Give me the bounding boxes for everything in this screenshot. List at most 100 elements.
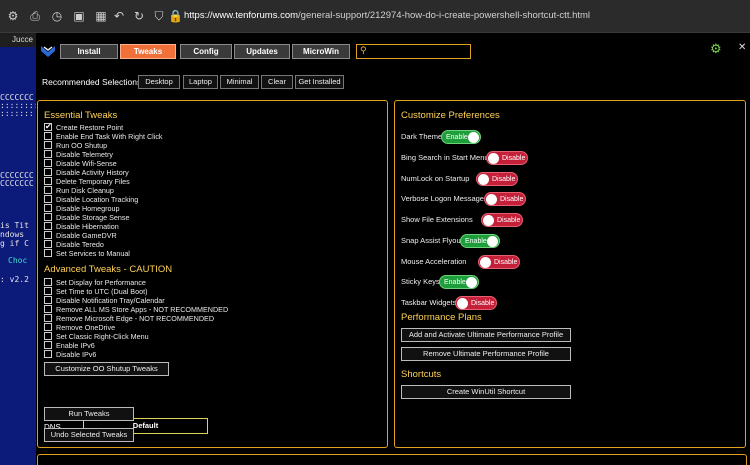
- checkbox[interactable]: [44, 195, 52, 203]
- tab-install[interactable]: Install: [60, 44, 118, 59]
- toggle-knob: [487, 235, 498, 247]
- checkbox[interactable]: [44, 341, 52, 349]
- toggle-state: Disable: [471, 300, 495, 307]
- pref-label: Bing Search in Start Menu: [401, 152, 489, 162]
- close-icon[interactable]: ✕: [738, 42, 746, 53]
- address-bar[interactable]: https://www.tenforums.com/general-suppor…: [184, 10, 590, 21]
- pref-toggle[interactable]: Enable: [460, 233, 500, 248]
- tab-config[interactable]: Config: [180, 44, 232, 59]
- terminal-line: : v2.2: [0, 275, 29, 284]
- toggle-knob: [488, 152, 499, 164]
- checkbox[interactable]: [44, 141, 52, 149]
- bottom-panel: [37, 454, 747, 465]
- preset-desktop-button[interactable]: Desktop: [138, 75, 180, 89]
- checkbox[interactable]: [44, 213, 52, 221]
- pref-toggle[interactable]: Disable: [455, 296, 497, 310]
- checkbox[interactable]: [44, 296, 52, 304]
- checkbox[interactable]: [44, 323, 52, 331]
- print-icon[interactable]: ⎙: [28, 9, 42, 23]
- url-path: /general-support/212974-how-do-i-create-…: [298, 10, 591, 21]
- terminal-tab[interactable]: Jucce: [0, 33, 36, 47]
- checkbox-label: Disable Homegroup: [56, 204, 120, 213]
- toggle-state: Enable: [465, 237, 487, 245]
- toggle-state: Enable: [444, 279, 466, 287]
- screenshot-icon[interactable]: ▣: [72, 9, 86, 23]
- pref-toggle[interactable]: Disable: [486, 150, 528, 165]
- search-input[interactable]: ⚲: [356, 44, 471, 59]
- tweaks-panel: Essential Tweaks Create Restore PointEna…: [37, 100, 388, 448]
- tab-tweaks[interactable]: Tweaks: [120, 44, 176, 59]
- terminal-line: Choc: [8, 256, 28, 265]
- checkbox[interactable]: [44, 240, 52, 248]
- winutil-window: Install Tweaks Config Updates MicroWin ⚲ ⚙ ✕…: [36, 33, 750, 465]
- checkbox[interactable]: [44, 150, 52, 158]
- checkbox[interactable]: [44, 204, 52, 212]
- pref-toggle[interactable]: Enable: [439, 275, 479, 290]
- winutil-logo-icon: [41, 46, 55, 57]
- checkbox[interactable]: [44, 177, 52, 185]
- remove-ultimate-performance-button[interactable]: Remove Ultimate Performance Profile: [401, 347, 571, 361]
- checkbox[interactable]: [44, 350, 52, 358]
- checkbox-label: Disable Notification Tray/Calendar: [56, 296, 165, 305]
- tab-microwin[interactable]: MicroWin: [292, 44, 350, 59]
- toggle-knob: [478, 173, 489, 185]
- terminal-line: g if C: [0, 239, 29, 248]
- checkbox-label: Set Time to UTC (Dual Boot): [56, 287, 148, 296]
- run-tweaks-button[interactable]: Run Tweaks: [44, 407, 134, 421]
- toggle-state: Disable: [494, 258, 518, 266]
- checkbox-label: Disable Telemetry: [56, 150, 113, 159]
- toggle-knob: [468, 132, 479, 143]
- preset-laptop-button[interactable]: Laptop: [183, 75, 218, 89]
- checkbox-label: Remove OneDrive: [56, 323, 116, 332]
- checkbox-label: Enable End Task With Right Click: [56, 132, 163, 141]
- preset-get-installed-button[interactable]: Get Installed: [295, 75, 344, 89]
- terminal-tab-label: Jucce: [12, 35, 33, 44]
- grid-icon[interactable]: ▦: [94, 9, 108, 23]
- undo-tweaks-button[interactable]: Undo Selected Tweaks: [44, 428, 134, 442]
- checkbox[interactable]: [44, 222, 52, 230]
- essential-tweaks-title: Essential Tweaks: [44, 110, 118, 121]
- checkbox[interactable]: [44, 159, 52, 167]
- pref-toggle[interactable]: Disable: [476, 171, 518, 186]
- gear-icon[interactable]: ⚙: [710, 42, 722, 57]
- settings-icon[interactable]: ⚙: [6, 9, 20, 23]
- add-ultimate-performance-button[interactable]: Add and Activate Ultimate Performance Pr…: [401, 328, 571, 342]
- reload-icon[interactable]: ↻: [132, 9, 146, 23]
- checkbox-label: Run Disk Cleanup: [56, 186, 114, 195]
- back-icon[interactable]: ↶: [112, 9, 126, 23]
- create-shortcut-button[interactable]: Create WinUtil Shortcut: [401, 385, 571, 399]
- checkbox[interactable]: [44, 287, 52, 295]
- shield-icon[interactable]: ⛉: [152, 9, 166, 23]
- advanced-tweaks-title: Advanced Tweaks - CAUTION: [44, 264, 173, 275]
- preset-clear-button[interactable]: Clear: [261, 75, 293, 89]
- checkbox-label: Run OO Shutup: [56, 141, 108, 150]
- checkbox[interactable]: [44, 314, 52, 322]
- recommended-label: Recommended Selections:: [42, 77, 144, 87]
- checkbox[interactable]: [44, 132, 52, 140]
- toggle-knob: [486, 194, 497, 206]
- pref-toggle[interactable]: Enable: [441, 130, 481, 144]
- pref-toggle[interactable]: Disable: [478, 254, 520, 269]
- checkbox[interactable]: [44, 249, 52, 257]
- pref-label: Taskbar Widgets: [401, 298, 457, 307]
- history-icon[interactable]: ◷: [50, 9, 64, 23]
- pref-toggle[interactable]: Disable: [481, 213, 523, 227]
- preferences-title: Customize Preferences: [401, 110, 500, 121]
- tab-updates[interactable]: Updates: [234, 44, 290, 59]
- checkbox[interactable]: [44, 231, 52, 239]
- preset-minimal-button[interactable]: Minimal: [220, 75, 259, 89]
- checkbox[interactable]: [44, 305, 52, 313]
- pref-toggle[interactable]: Disable: [484, 192, 526, 207]
- checkbox[interactable]: [44, 186, 52, 194]
- checkbox[interactable]: [44, 278, 52, 286]
- checkbox[interactable]: [44, 122, 52, 131]
- customize-oo-shutup-button[interactable]: Customize OO Shutup Tweaks: [44, 362, 169, 376]
- checkbox-label: Remove Microsoft Edge - NOT RECOMMENDED: [56, 314, 215, 323]
- terminal-line: is Tit: [0, 221, 29, 230]
- toggle-knob: [457, 298, 468, 309]
- toggle-state: Disable: [500, 196, 524, 204]
- checkbox[interactable]: [44, 332, 52, 340]
- pref-label: Snap Assist Flyout: [401, 235, 463, 245]
- checkbox[interactable]: [44, 168, 52, 176]
- checkbox-label: Disable IPv6: [56, 350, 97, 359]
